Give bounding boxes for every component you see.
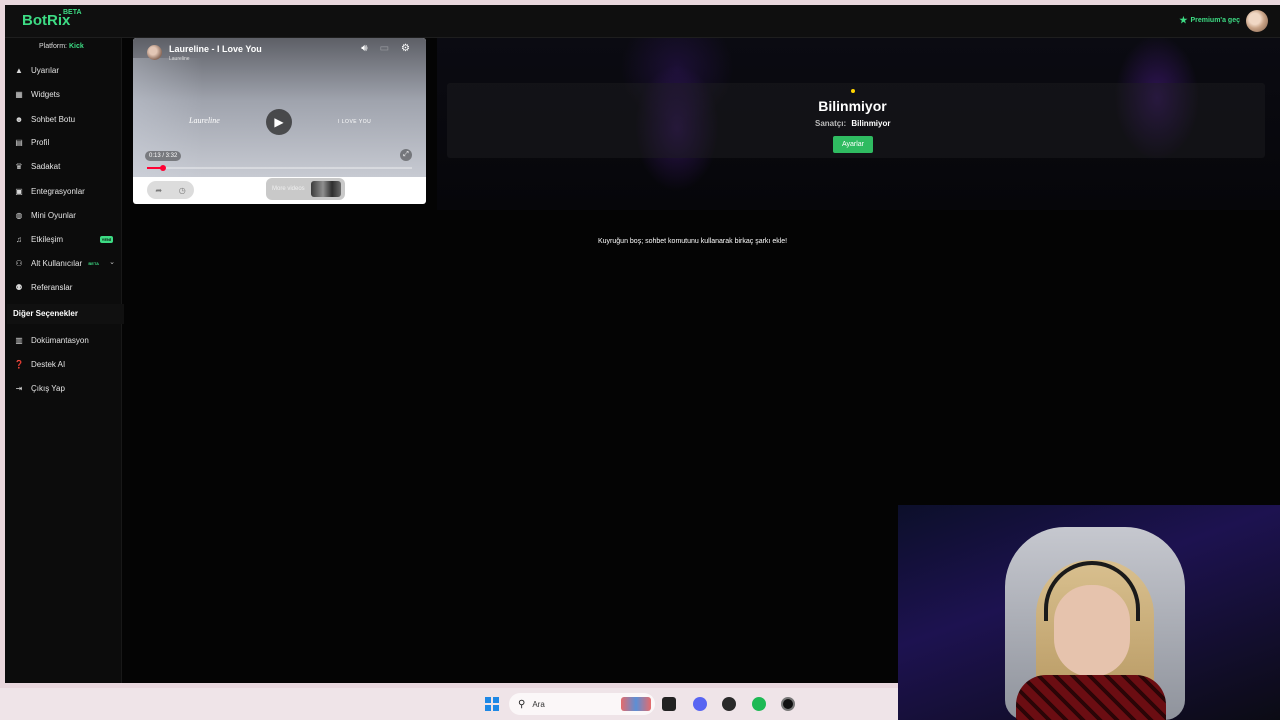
sidebar-item-profil[interactable]: ▤ Profil — [5, 132, 121, 152]
integrations-icon: ▣ — [15, 186, 23, 196]
now-playing-artist: Sanatçı: Bilinmiyor — [815, 119, 890, 128]
beta-badge: BETA — [88, 261, 99, 266]
video-title[interactable]: Laureline - I Love You — [169, 44, 262, 54]
music-note-icon: ♫ — [16, 234, 22, 244]
more-videos-thumbnail — [311, 181, 341, 197]
sidebar-item-etkilesim[interactable]: ♫ Etkileşim YENİ — [5, 229, 121, 249]
video-player[interactable]: Laureline - I Love You Laureline 🔊︎ ▭ ⚙ … — [133, 38, 426, 204]
search-highlight-image — [621, 697, 651, 711]
spotify-icon[interactable] — [752, 697, 766, 711]
progress-bar[interactable] — [147, 165, 412, 171]
docs-icon: ▥ — [15, 335, 23, 345]
queue-empty-message: Kuyruğun boş; sohbet komutunu kullanarak… — [598, 238, 788, 245]
alert-icon: ▲ — [15, 65, 23, 75]
sidebar-item-label: Sohbet Botu — [31, 114, 76, 124]
share-icon[interactable]: ➦ — [155, 186, 162, 195]
sidebar-item-label: Sadakat — [31, 161, 61, 171]
premium-label: Premium'a geç — [1190, 17, 1240, 24]
sidebar-item-uyarilar[interactable]: ▲ Uyarılar — [5, 60, 121, 80]
sidebar-item-entegrasyonlar[interactable]: ▣ Entegrasyonlar — [5, 181, 121, 201]
botrix-logo[interactable]: BotRix BETA — [22, 9, 82, 29]
sidebar-item-cikis-yap[interactable]: ⇥ Çıkış Yap — [5, 378, 121, 398]
obs-icon[interactable] — [722, 697, 736, 711]
webcam-overlay — [898, 505, 1280, 720]
watch-later-icon[interactable]: ◷ — [179, 186, 186, 195]
top-bar: BotRix BETA ★ Premium'a geç — [5, 5, 1280, 38]
user-avatar[interactable] — [1246, 10, 1268, 32]
sidebar-item-dokumantasyon[interactable]: ▥ Dokümantasyon — [5, 330, 121, 350]
taskbar-search-placeholder: Ara — [532, 699, 545, 709]
referrals-icon: ⚉ — [15, 282, 23, 292]
sidebar-item-label: Mini Oyunlar — [31, 210, 76, 220]
volume-icon[interactable]: 🔊︎ — [361, 43, 367, 54]
artist-value: Bilinmiyor — [851, 119, 891, 128]
platform-value: Kick — [68, 43, 84, 50]
chevron-down-icon[interactable]: ⌄ — [109, 258, 115, 266]
discord-icon[interactable] — [693, 697, 707, 711]
captions-icon[interactable]: ▭ — [380, 43, 389, 54]
video-overlay-artist: Laureline — [189, 116, 220, 125]
video-overlay-song: I LOVE YOU — [338, 119, 372, 125]
progress-handle[interactable] — [159, 165, 166, 171]
sidebar-item-label: Etkileşim — [31, 234, 64, 244]
star-icon: ★ — [1179, 15, 1188, 25]
gamepad-icon: ◍ — [15, 210, 23, 220]
premium-link[interactable]: ★ Premium'a geç — [1179, 15, 1240, 26]
sidebar-item-label: Referanslar — [31, 282, 73, 292]
logo-beta-badge: BETA — [63, 9, 82, 16]
sidebar-item-label: Çıkış Yap — [31, 383, 65, 393]
webcam-person-shirt — [1016, 675, 1166, 720]
help-icon: ❓ — [14, 359, 24, 369]
sub-users-icon: ⚇ — [15, 258, 23, 268]
settings-button[interactable]: Ayarlar — [833, 136, 873, 153]
fullscreen-icon[interactable]: ⤢ — [400, 149, 412, 161]
section-header-other-options: Diğer Seçenekler — [7, 304, 124, 324]
sidebar-item-destek-ai[interactable]: ❓ Destek AI — [5, 354, 121, 374]
logout-icon: ⇥ — [15, 383, 23, 393]
sidebar-item-label: Entegrasyonlar — [31, 186, 85, 196]
robot-icon: ☻ — [14, 114, 24, 124]
new-badge: YENİ — [99, 236, 113, 243]
search-icon: ⚲ — [518, 698, 526, 710]
gear-icon[interactable]: ⚙ — [401, 43, 410, 54]
play-icon: ▶ — [274, 115, 284, 129]
taskbar-search[interactable]: ⚲ Ara — [509, 693, 655, 715]
sidebar-item-mini-oyunlar[interactable]: ◍ Mini Oyunlar — [5, 205, 121, 225]
sidebar-item-sadakat[interactable]: ♛ Sadakat — [5, 156, 121, 176]
video-channel[interactable]: Laureline — [169, 56, 190, 62]
windows-start-icon[interactable] — [485, 697, 499, 711]
time-display: 0:13 / 3:32 — [145, 151, 182, 161]
artist-label: Sanatçı: — [815, 119, 847, 128]
now-playing-title: Bilinmiyor — [818, 98, 887, 114]
video-top-controls: 🔊︎ ▭ ⚙ — [361, 43, 410, 54]
app-icon[interactable] — [781, 697, 795, 711]
channel-avatar[interactable] — [147, 45, 162, 60]
more-videos-button[interactable]: More videos — [266, 178, 345, 200]
sidebar-item-label: Dokümantasyon — [31, 335, 89, 345]
more-videos-label: More videos — [272, 186, 305, 192]
file-explorer-icon[interactable] — [662, 697, 676, 711]
profile-icon: ▤ — [15, 137, 23, 147]
platform-indicator: Platform: Kick — [39, 43, 84, 50]
sidebar-item-referanslar[interactable]: ⚉ Referanslar — [5, 277, 121, 297]
share-controls: ➦ ◷ — [147, 181, 194, 199]
sidebar-item-label: Uyarılar — [31, 65, 60, 75]
trophy-icon: ♛ — [15, 161, 23, 171]
platform-label: Platform: — [39, 43, 68, 50]
sidebar-item-alt-kullanicilar[interactable]: ⚇ Alt Kullanıcılar BETA ⌄ — [5, 253, 121, 273]
sidebar: Platform: Kick ▲ Uyarılar ▦ Widgets ☻ So… — [5, 38, 124, 683]
taskbar: ⚲ Ara — [0, 688, 898, 720]
status-dot — [851, 89, 855, 93]
sidebar-item-label: Destek AI — [31, 359, 66, 369]
sidebar-item-label: Profil — [31, 137, 50, 147]
sidebar-item-label: Alt Kullanıcılar — [31, 258, 83, 268]
